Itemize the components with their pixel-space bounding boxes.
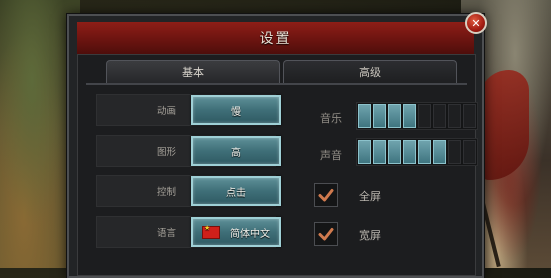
dialog-title: 设置 — [259, 31, 292, 47]
checkmark-icon — [318, 228, 334, 241]
control-label: 控制 — [156, 187, 176, 198]
dialog-title-bar: 设置 — [77, 22, 474, 55]
graphics-value: 高 — [231, 147, 241, 159]
music-label: 音乐 — [320, 112, 342, 125]
volume-segment[interactable] — [418, 140, 431, 164]
tab-basic[interactable]: 基本 — [106, 60, 280, 83]
control-button[interactable]: 点击 — [191, 176, 281, 206]
tab-advanced[interactable]: 高级 — [283, 60, 457, 83]
music-volume-bar[interactable] — [356, 102, 478, 130]
settings-panel: 基本 高级 动画 慢 图形 高 控制 点击 语言 简体中文 音乐 声音 — [77, 54, 478, 276]
sound-volume-bar[interactable] — [356, 138, 478, 166]
fullscreen-label: 全屏 — [359, 190, 381, 203]
graphics-label: 图形 — [156, 147, 176, 158]
volume-segment[interactable] — [448, 104, 461, 128]
china-flag-icon — [202, 224, 220, 239]
volume-segment[interactable] — [433, 104, 446, 128]
language-label: 语言 — [156, 228, 176, 239]
close-icon[interactable]: ✕ — [465, 12, 487, 34]
volume-segment[interactable] — [463, 140, 476, 164]
volume-segment[interactable] — [403, 140, 416, 164]
language-value: 简体中文 — [230, 228, 270, 240]
volume-segment[interactable] — [358, 104, 371, 128]
fullscreen-checkbox[interactable] — [314, 183, 338, 207]
widescreen-checkbox[interactable] — [314, 222, 338, 246]
volume-segment[interactable] — [358, 140, 371, 164]
widescreen-label: 宽屏 — [359, 229, 381, 242]
tab-divider — [86, 83, 467, 85]
animation-label: 动画 — [156, 106, 176, 117]
volume-segment[interactable] — [373, 104, 386, 128]
volume-segment[interactable] — [403, 104, 416, 128]
volume-segment[interactable] — [448, 140, 461, 164]
volume-segment[interactable] — [388, 140, 401, 164]
animation-value: 慢 — [231, 106, 241, 118]
control-value: 点击 — [226, 187, 246, 199]
warrior-cape — [479, 70, 529, 180]
sound-label: 声音 — [320, 149, 342, 162]
volume-segment[interactable] — [373, 140, 386, 164]
language-button[interactable]: 简体中文 — [191, 217, 281, 247]
checkmark-icon — [318, 189, 334, 202]
settings-dialog: 设置 基本 高级 动画 慢 图形 高 控制 点击 语言 简体中文 音乐 — [67, 14, 484, 278]
volume-segment[interactable] — [463, 104, 476, 128]
animation-button[interactable]: 慢 — [191, 95, 281, 125]
volume-segment[interactable] — [388, 104, 401, 128]
volume-segment[interactable] — [418, 104, 431, 128]
volume-segment[interactable] — [433, 140, 446, 164]
graphics-button[interactable]: 高 — [191, 136, 281, 166]
